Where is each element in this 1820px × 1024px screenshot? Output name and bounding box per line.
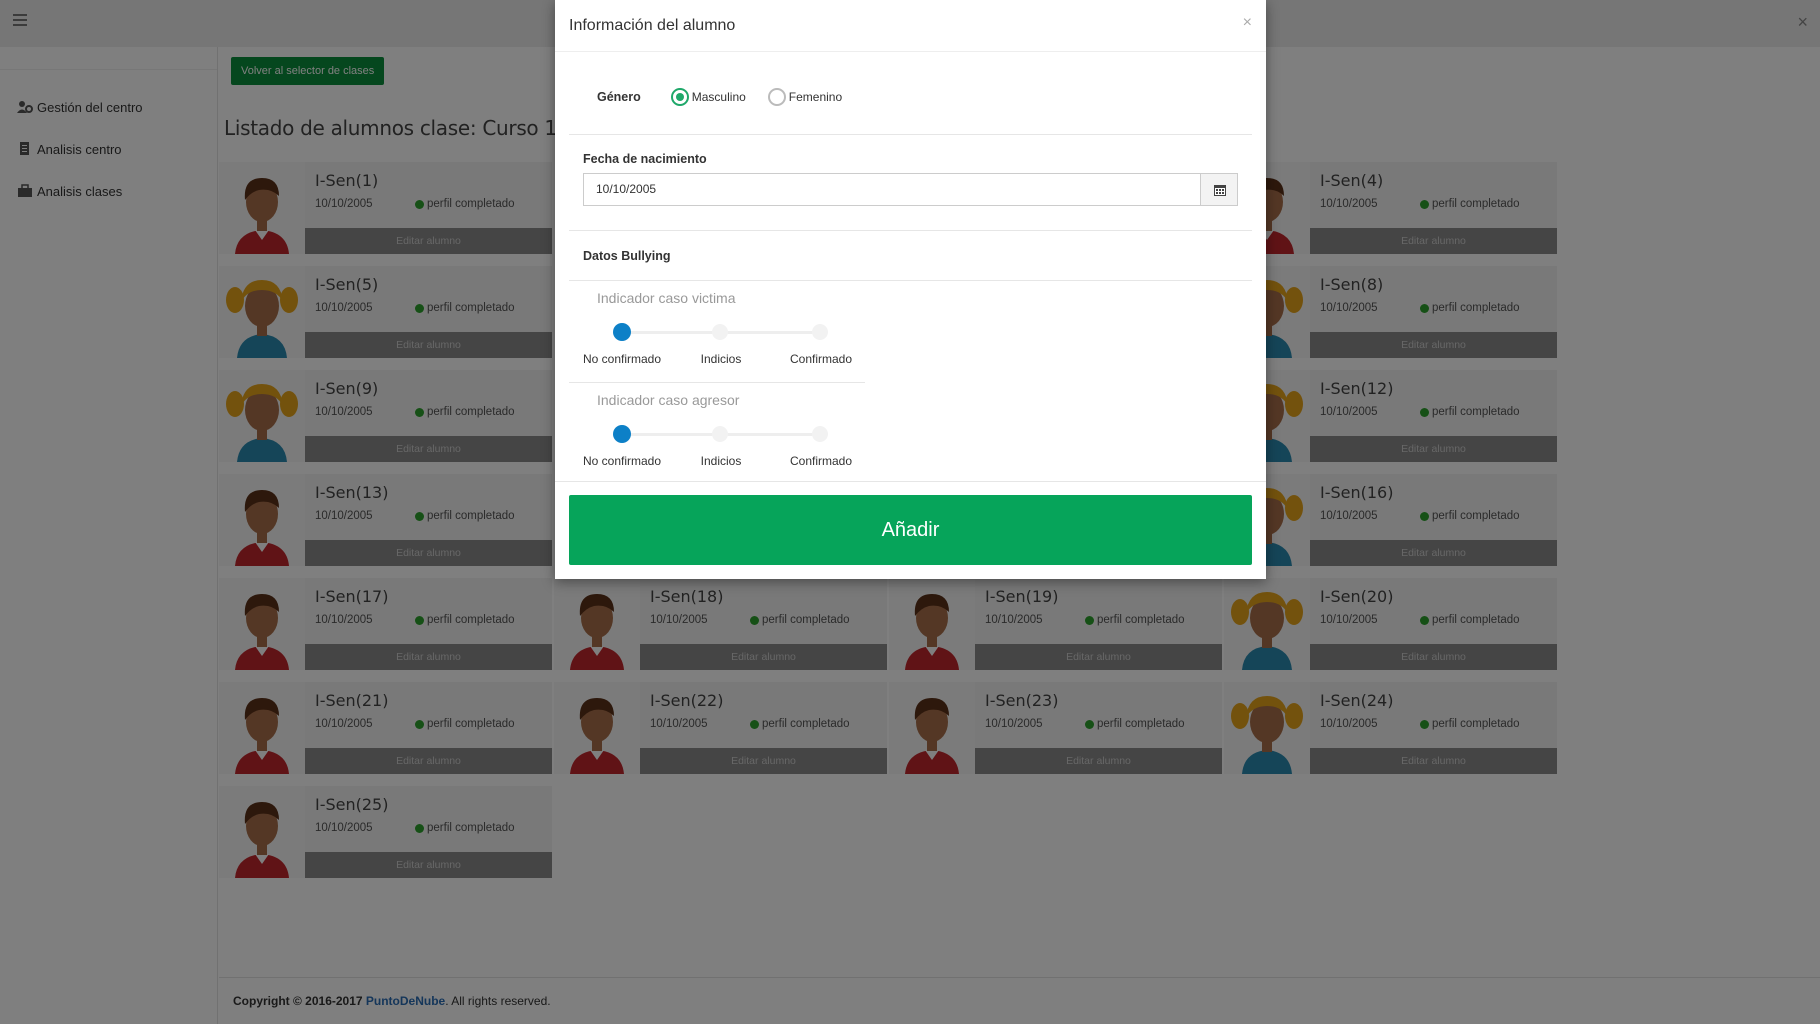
radio-masculino[interactable]: Masculino <box>670 88 746 106</box>
divider <box>569 134 1252 135</box>
calendar-icon <box>1214 185 1226 196</box>
add-button[interactable]: Añadir <box>569 495 1252 565</box>
slider-step[interactable] <box>712 426 728 442</box>
modal-title: Información del alumno <box>569 17 736 34</box>
radio-label: Femenino <box>788 90 843 104</box>
slider-step[interactable] <box>812 324 828 340</box>
slider-step[interactable] <box>812 426 828 442</box>
radio-femenino[interactable]: Femenino <box>767 88 843 106</box>
slider-step-label: No confirmado <box>582 454 662 468</box>
modal-close-icon[interactable]: × <box>1243 14 1252 32</box>
slider-step[interactable] <box>712 324 728 340</box>
birth-date-label: Fecha de nacimiento <box>583 152 707 166</box>
radio-label: Masculino <box>691 90 746 104</box>
slider-handle[interactable] <box>613 323 631 341</box>
victim-slider[interactable]: No confirmado Indicios Confirmado <box>583 321 855 371</box>
divider <box>569 382 865 383</box>
bullying-label: Datos Bullying <box>583 249 671 263</box>
slider-step-label: Indicios <box>700 454 742 468</box>
slider-step-label: Confirmado <box>789 454 853 468</box>
divider <box>555 481 1266 482</box>
slider-step-label: Indicios <box>700 352 742 366</box>
aggressor-indicator-label: Indicador caso agresor <box>597 392 740 408</box>
radio-unchecked-icon[interactable] <box>767 88 786 106</box>
gender-row: Género Masculino Femenino <box>597 88 842 106</box>
radio-checked-icon[interactable] <box>670 88 689 106</box>
birth-date-input[interactable]: 10/10/2005 <box>583 173 1201 206</box>
divider <box>569 280 1252 281</box>
slider-step-label: Confirmado <box>789 352 853 366</box>
slider-step-label: No confirmado <box>582 352 662 366</box>
modal-header: Información del alumno × <box>555 0 1266 52</box>
student-info-modal: Información del alumno × Género Masculin… <box>555 0 1266 579</box>
victim-indicator-label: Indicador caso victima <box>597 290 736 306</box>
aggressor-slider[interactable]: No confirmado Indicios Confirmado <box>583 423 855 473</box>
divider <box>569 230 1252 231</box>
calendar-button[interactable] <box>1200 173 1238 206</box>
gender-label: Género <box>597 90 641 104</box>
slider-handle[interactable] <box>613 425 631 443</box>
